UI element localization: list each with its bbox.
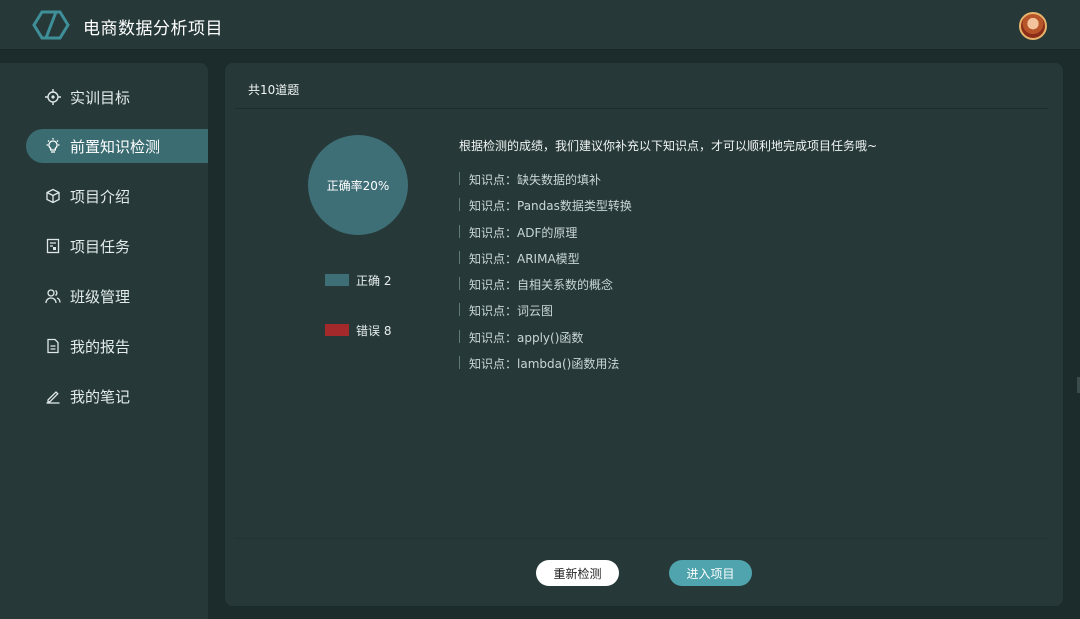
sidebar-item-label: 实训目标 xyxy=(70,88,131,107)
pen-icon xyxy=(44,387,62,405)
sidebar-item-label: 班级管理 xyxy=(70,287,131,306)
list-item: 知识点：Pandas数据类型转换 xyxy=(459,197,632,223)
sidebar: 实训目标 前置知识检测 项目介绍 项目任务 班级管理 我的报告 我的笔记 xyxy=(0,63,208,619)
lightbulb-icon xyxy=(44,137,62,155)
knowledge-point: 知识点：缺失数据的填补 xyxy=(469,173,602,187)
list-item: 知识点：lambda()函数用法 xyxy=(459,355,632,381)
list-bar xyxy=(459,329,460,343)
cube-icon xyxy=(44,187,62,205)
sidebar-item-training-goal[interactable]: 实训目标 xyxy=(26,80,208,114)
list-bar xyxy=(459,224,460,238)
retest-button[interactable]: 重新检测 xyxy=(536,560,619,586)
main-panel: 共10道题 正确率20% 正确 2 错误 8 根据检测的成绩，我们建议你补充以下… xyxy=(225,63,1063,606)
list-item: 知识点：词云图 xyxy=(459,302,632,328)
list-bar xyxy=(459,172,460,185)
list-item: 知识点：自相关系数的概念 xyxy=(459,276,632,302)
pie-label: 正确率20% xyxy=(326,178,390,193)
legend-swatch-wrong xyxy=(325,324,349,336)
knowledge-point-list: 知识点：缺失数据的填补 知识点：Pandas数据类型转换 知识点：ADF的原理 … xyxy=(459,171,632,381)
sidebar-item-label: 项目任务 xyxy=(70,237,131,256)
knowledge-point: 知识点：词云图 xyxy=(469,304,554,319)
sidebar-item-my-notes[interactable]: 我的笔记 xyxy=(26,379,208,413)
list-bar xyxy=(459,277,460,291)
app-title: 电商数据分析项目 xyxy=(83,19,223,39)
list-item: 知识点：缺失数据的填补 xyxy=(459,171,632,197)
knowledge-point: 知识点：Pandas数据类型转换 xyxy=(469,199,632,214)
target-icon xyxy=(44,88,62,106)
accuracy-pie-chart: 正确率20% xyxy=(308,135,408,235)
question-count: 共10道题 xyxy=(248,83,300,97)
sidebar-item-label: 前置知识检测 xyxy=(70,137,161,156)
sidebar-item-project-task[interactable]: 项目任务 xyxy=(26,229,208,263)
legend-wrong: 错误 8 xyxy=(325,322,391,338)
divider xyxy=(235,538,1048,539)
list-item: 知识点：apply()函数 xyxy=(459,329,632,355)
avatar[interactable] xyxy=(1019,12,1047,40)
sidebar-item-class-management[interactable]: 班级管理 xyxy=(26,279,208,313)
logo-icon xyxy=(32,9,70,41)
top-bar: 电商数据分析项目 xyxy=(0,0,1080,50)
knowledge-point: 知识点：自相关系数的概念 xyxy=(469,278,614,293)
advice-text: 根据检测的成绩，我们建议你补充以下知识点，才可以顺利地完成项目任务哦~ xyxy=(459,139,878,153)
divider xyxy=(235,108,1048,109)
knowledge-point: 知识点：apply()函数 xyxy=(469,330,584,345)
knowledge-point: 知识点：lambda()函数用法 xyxy=(469,357,620,372)
list-bar xyxy=(459,250,460,264)
document-icon xyxy=(44,337,62,355)
legend-correct: 正确 2 xyxy=(325,272,391,288)
sidebar-item-label: 我的报告 xyxy=(70,337,131,356)
list-bar xyxy=(459,198,460,212)
sidebar-item-project-intro[interactable]: 项目介绍 xyxy=(26,179,208,213)
sidebar-item-label: 我的笔记 xyxy=(70,387,131,406)
list-item: 知识点：ARIMA模型 xyxy=(459,250,632,276)
sidebar-item-label: 项目介绍 xyxy=(70,187,131,206)
sidebar-item-prerequisite-test[interactable]: 前置知识检测 xyxy=(26,129,208,163)
list-bar xyxy=(459,303,460,317)
list-bar xyxy=(459,356,460,370)
legend-swatch-correct xyxy=(325,274,349,286)
knowledge-point: 知识点：ADF的原理 xyxy=(469,225,578,240)
legend-label: 错误 8 xyxy=(356,323,392,338)
users-icon xyxy=(44,287,62,305)
knowledge-point: 知识点：ARIMA模型 xyxy=(469,251,580,266)
enter-project-button[interactable]: 进入项目 xyxy=(669,560,752,586)
sidebar-item-my-report[interactable]: 我的报告 xyxy=(26,329,208,363)
list-item: 知识点：ADF的原理 xyxy=(459,224,632,250)
task-icon xyxy=(44,237,62,255)
legend-label: 正确 2 xyxy=(356,273,392,288)
